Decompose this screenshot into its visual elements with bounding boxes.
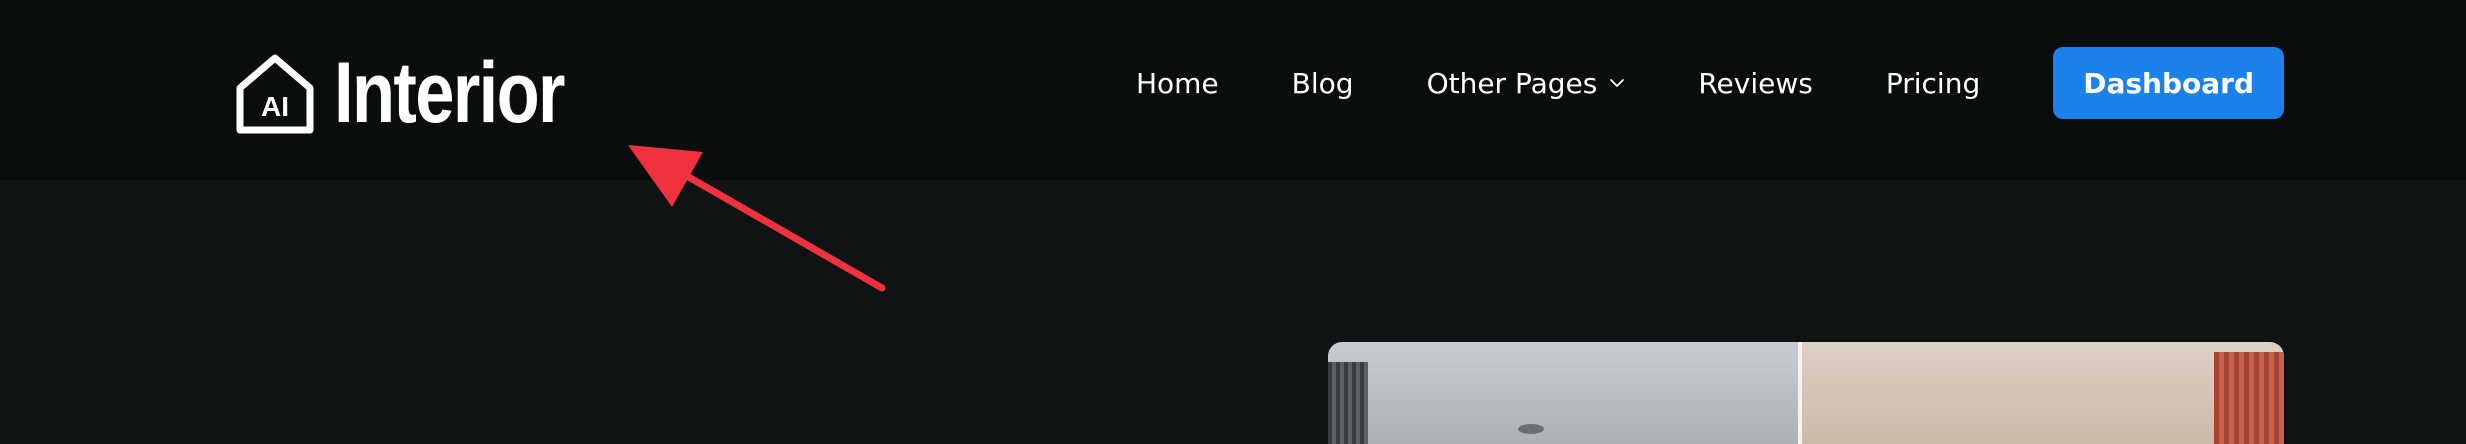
nav-item-other-pages[interactable]: Other Pages <box>1427 67 1626 100</box>
main-nav: Home Blog Other Pages Reviews Pricing Da… <box>1136 47 2284 119</box>
page: AI Interior Home Blog Other Pages Review… <box>0 0 2466 444</box>
before-after-interior-image[interactable] <box>1328 342 2284 444</box>
left-wall-panel <box>1328 362 1368 444</box>
site-header: AI Interior Home Blog Other Pages Review… <box>0 0 2466 180</box>
nav-item-label: Pricing <box>1885 66 1981 100</box>
nav-item-reviews[interactable]: Reviews <box>1698 67 1813 100</box>
nav-item-label: Home <box>1135 66 1219 100</box>
nav-item-home[interactable]: Home <box>1136 67 1219 100</box>
dashboard-button[interactable]: Dashboard <box>2053 47 2284 119</box>
right-wall-panel <box>2214 352 2284 444</box>
ceiling-light <box>1518 424 1544 434</box>
site-logo[interactable]: AI Interior <box>234 48 614 138</box>
nav-item-label: Blog <box>1291 66 1354 100</box>
after-image-half <box>1802 342 2284 444</box>
nav-item-blog[interactable]: Blog <box>1292 67 1354 100</box>
logo-brand-text: Interior <box>334 45 565 141</box>
logo-icon-text: AI <box>261 91 289 122</box>
nav-item-pricing[interactable]: Pricing <box>1886 67 1980 100</box>
chevron-down-icon <box>1610 79 1625 87</box>
nav-item-label: Other Pages <box>1426 66 1598 100</box>
nav-item-label: Reviews <box>1698 66 1813 100</box>
house-icon: AI <box>236 54 314 134</box>
before-image-half <box>1328 342 1798 444</box>
